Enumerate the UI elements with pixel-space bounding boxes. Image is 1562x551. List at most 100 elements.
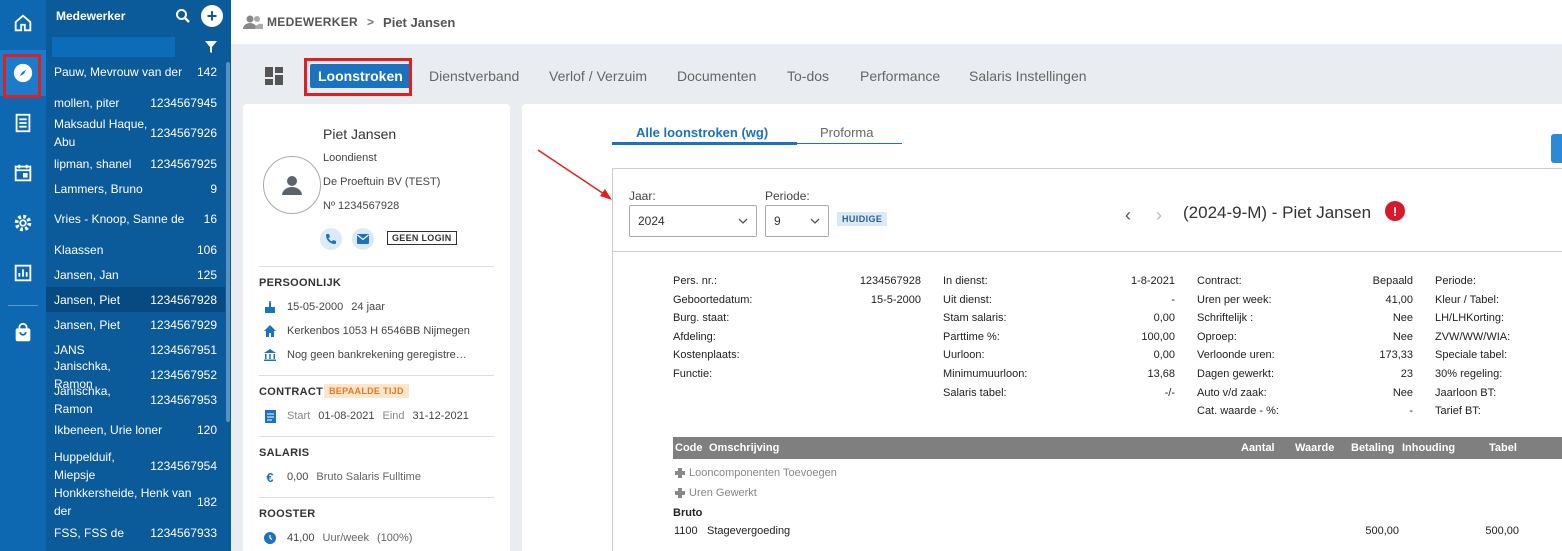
alert-icon[interactable]: ! <box>1385 201 1405 221</box>
list-item[interactable]: Maksadul Haque, Abu 1234567926 <box>46 115 225 151</box>
add-hours-button[interactable]: Uren Gewerkt <box>675 487 757 499</box>
employee-name: Ikbeneen, Urie loner <box>54 423 163 437</box>
list-item[interactable]: Jansen, Jan 125 <box>46 262 225 287</box>
list-item[interactable]: lipman, shanel 1234567925 <box>46 151 225 176</box>
tab-documenten[interactable]: Documenten <box>677 68 756 84</box>
email-button[interactable] <box>352 228 374 250</box>
detail-label: Salaris tabel: <box>943 386 1007 399</box>
list-item[interactable]: mollen, piter 1234567945 <box>46 90 225 115</box>
employee-name: Vries - Knoop, Sanne de <box>54 212 185 226</box>
salary-section-title: SALARIS <box>259 447 310 459</box>
list-item[interactable]: Huppelduif, Miepsje 1234567954 <box>46 448 225 484</box>
next-period-icon[interactable]: › <box>1156 205 1162 226</box>
schedule-percent: (100%) <box>377 532 413 544</box>
col-tabel: Tabel <box>1489 442 1517 454</box>
tab-todos[interactable]: To-dos <box>787 68 829 84</box>
employee-name: Klaassen <box>54 242 104 257</box>
schedule-hours: 41,00 <box>287 532 315 544</box>
icon-rail <box>0 0 46 551</box>
employee-name: Piet Jansen <box>323 126 397 142</box>
chevron-down-icon <box>810 218 820 224</box>
period-select[interactable]: 9 <box>765 205 829 237</box>
tab-proforma[interactable]: Proforma <box>820 125 873 140</box>
detail-label: Pers. nr.: <box>673 275 718 287</box>
breadcrumb: MEDEWERKER > Piet Jansen <box>231 0 1562 44</box>
house-icon <box>263 324 277 338</box>
detail-label: Tarief BT: <box>1435 405 1481 418</box>
employee-number: 1234567925 <box>150 156 217 171</box>
detail-value: 1234567928 <box>859 275 921 287</box>
detail-label: Verloonde uren: <box>1197 349 1275 362</box>
employee-name: Jansen, Jan <box>54 267 119 282</box>
breadcrumb-root[interactable]: MEDEWERKER <box>267 15 358 29</box>
action-button[interactable] <box>1551 134 1562 163</box>
list-item[interactable]: Jansen, Piet 1234567929 <box>46 312 225 337</box>
row-betaling: 500,00 <box>1365 525 1399 537</box>
list-item[interactable]: Lammers, Bruno 9 <box>46 176 225 201</box>
add-component-button[interactable]: Looncomponenten Toevoegen <box>675 467 837 479</box>
login-status-badge: GEEN LOGIN <box>387 231 457 245</box>
tab-salaris-instellingen[interactable]: Salaris Instellingen <box>969 68 1087 84</box>
highlight-box <box>304 58 412 96</box>
tab-performance[interactable]: Performance <box>860 68 940 84</box>
breadcrumb-separator: > <box>367 15 375 29</box>
list-item[interactable]: Honkkersheide, Henk van der 182 <box>46 484 225 520</box>
detail-value: -/- <box>1164 386 1175 399</box>
bank-account: Nog geen bankrekening geregistre… <box>287 349 467 361</box>
contract-type-badge: BEPAALDE TIJD <box>324 384 409 398</box>
gear-icon[interactable] <box>0 200 46 246</box>
employee-number: Nº 1234567928 <box>323 200 400 212</box>
filter-icon[interactable] <box>205 41 217 53</box>
employee-number: 142 <box>196 65 217 79</box>
detail-value: Bepaald <box>1372 275 1413 287</box>
tab-dienstverband[interactable]: Dienstverband <box>429 68 519 84</box>
list-scrollbar[interactable] <box>225 62 231 551</box>
schedule-section-title: ROOSTER <box>259 508 316 520</box>
employee-number: 1234567951 <box>150 342 217 357</box>
report-chart-icon[interactable] <box>0 250 46 296</box>
table-header: Code Omschrijving Aantal Waarde Betaling… <box>673 437 1562 459</box>
company-name: De Proeftuin BV (TEST) <box>323 176 441 188</box>
detail-label: Afdeling: <box>673 330 716 343</box>
detail-label: Oproep: <box>1197 330 1237 343</box>
detail-label: Cat. waarde - %: <box>1197 405 1279 418</box>
employee-name: mollen, piter <box>54 95 120 110</box>
row-tabel: 500,00 <box>1485 525 1519 537</box>
add-employee-button[interactable]: + <box>201 5 223 27</box>
mail-icon <box>357 234 369 244</box>
employee-name: Huppelduif, Miepsje <box>54 450 115 482</box>
people-icon <box>243 15 263 29</box>
contract-start-label: Start <box>287 410 311 422</box>
employee-number: 1234567928 <box>150 292 217 307</box>
dashboard-icon[interactable] <box>264 66 284 86</box>
detail-value: 15-5-2000 <box>870 293 921 306</box>
list-item[interactable]: Jansen, Piet 1234567928 <box>46 287 225 312</box>
shopping-bag-icon[interactable] <box>0 310 46 356</box>
detail-label: Speciale tabel: <box>1435 349 1508 362</box>
year-select[interactable]: 2024 <box>629 205 757 237</box>
tab-alle-loonstroken[interactable]: Alle loonstroken (wg) <box>636 125 768 140</box>
chevron-down-icon <box>738 218 748 224</box>
current-period-badge[interactable]: HUIDIGE <box>837 212 888 226</box>
add-hours-label: Uren Gewerkt <box>689 487 757 499</box>
list-item[interactable]: Pauw, Mevrouw van der 142 <box>46 54 225 90</box>
list-item[interactable]: Vries - Knoop, Sanne de 16 <box>46 201 225 237</box>
clock-icon <box>263 531 277 545</box>
home-icon[interactable] <box>0 0 46 46</box>
detail-label: Parttime %: <box>943 330 1000 343</box>
list-item[interactable]: Janischka, Ramon 1234567953 <box>46 384 225 416</box>
detail-value: - <box>1171 293 1175 306</box>
employee-number: 125 <box>196 267 217 282</box>
document-list-icon[interactable] <box>0 100 46 146</box>
col-waarde: Waarde <box>1295 442 1335 454</box>
personal-section-title: PERSOONLIJK <box>259 277 342 289</box>
calendar-icon[interactable] <box>0 150 46 196</box>
scrollbar-thumb[interactable] <box>226 62 230 422</box>
tab-verlof-verzuim[interactable]: Verlof / Verzuim <box>549 68 647 84</box>
detail-label: Uren per week: <box>1197 293 1272 306</box>
previous-period-icon[interactable]: ‹ <box>1125 205 1131 226</box>
list-item[interactable]: Klaassen 106 <box>46 237 225 262</box>
phone-button[interactable] <box>320 228 342 250</box>
list-item[interactable]: FSS, FSS de 1234567933 <box>46 520 225 545</box>
search-icon[interactable] <box>175 8 191 24</box>
